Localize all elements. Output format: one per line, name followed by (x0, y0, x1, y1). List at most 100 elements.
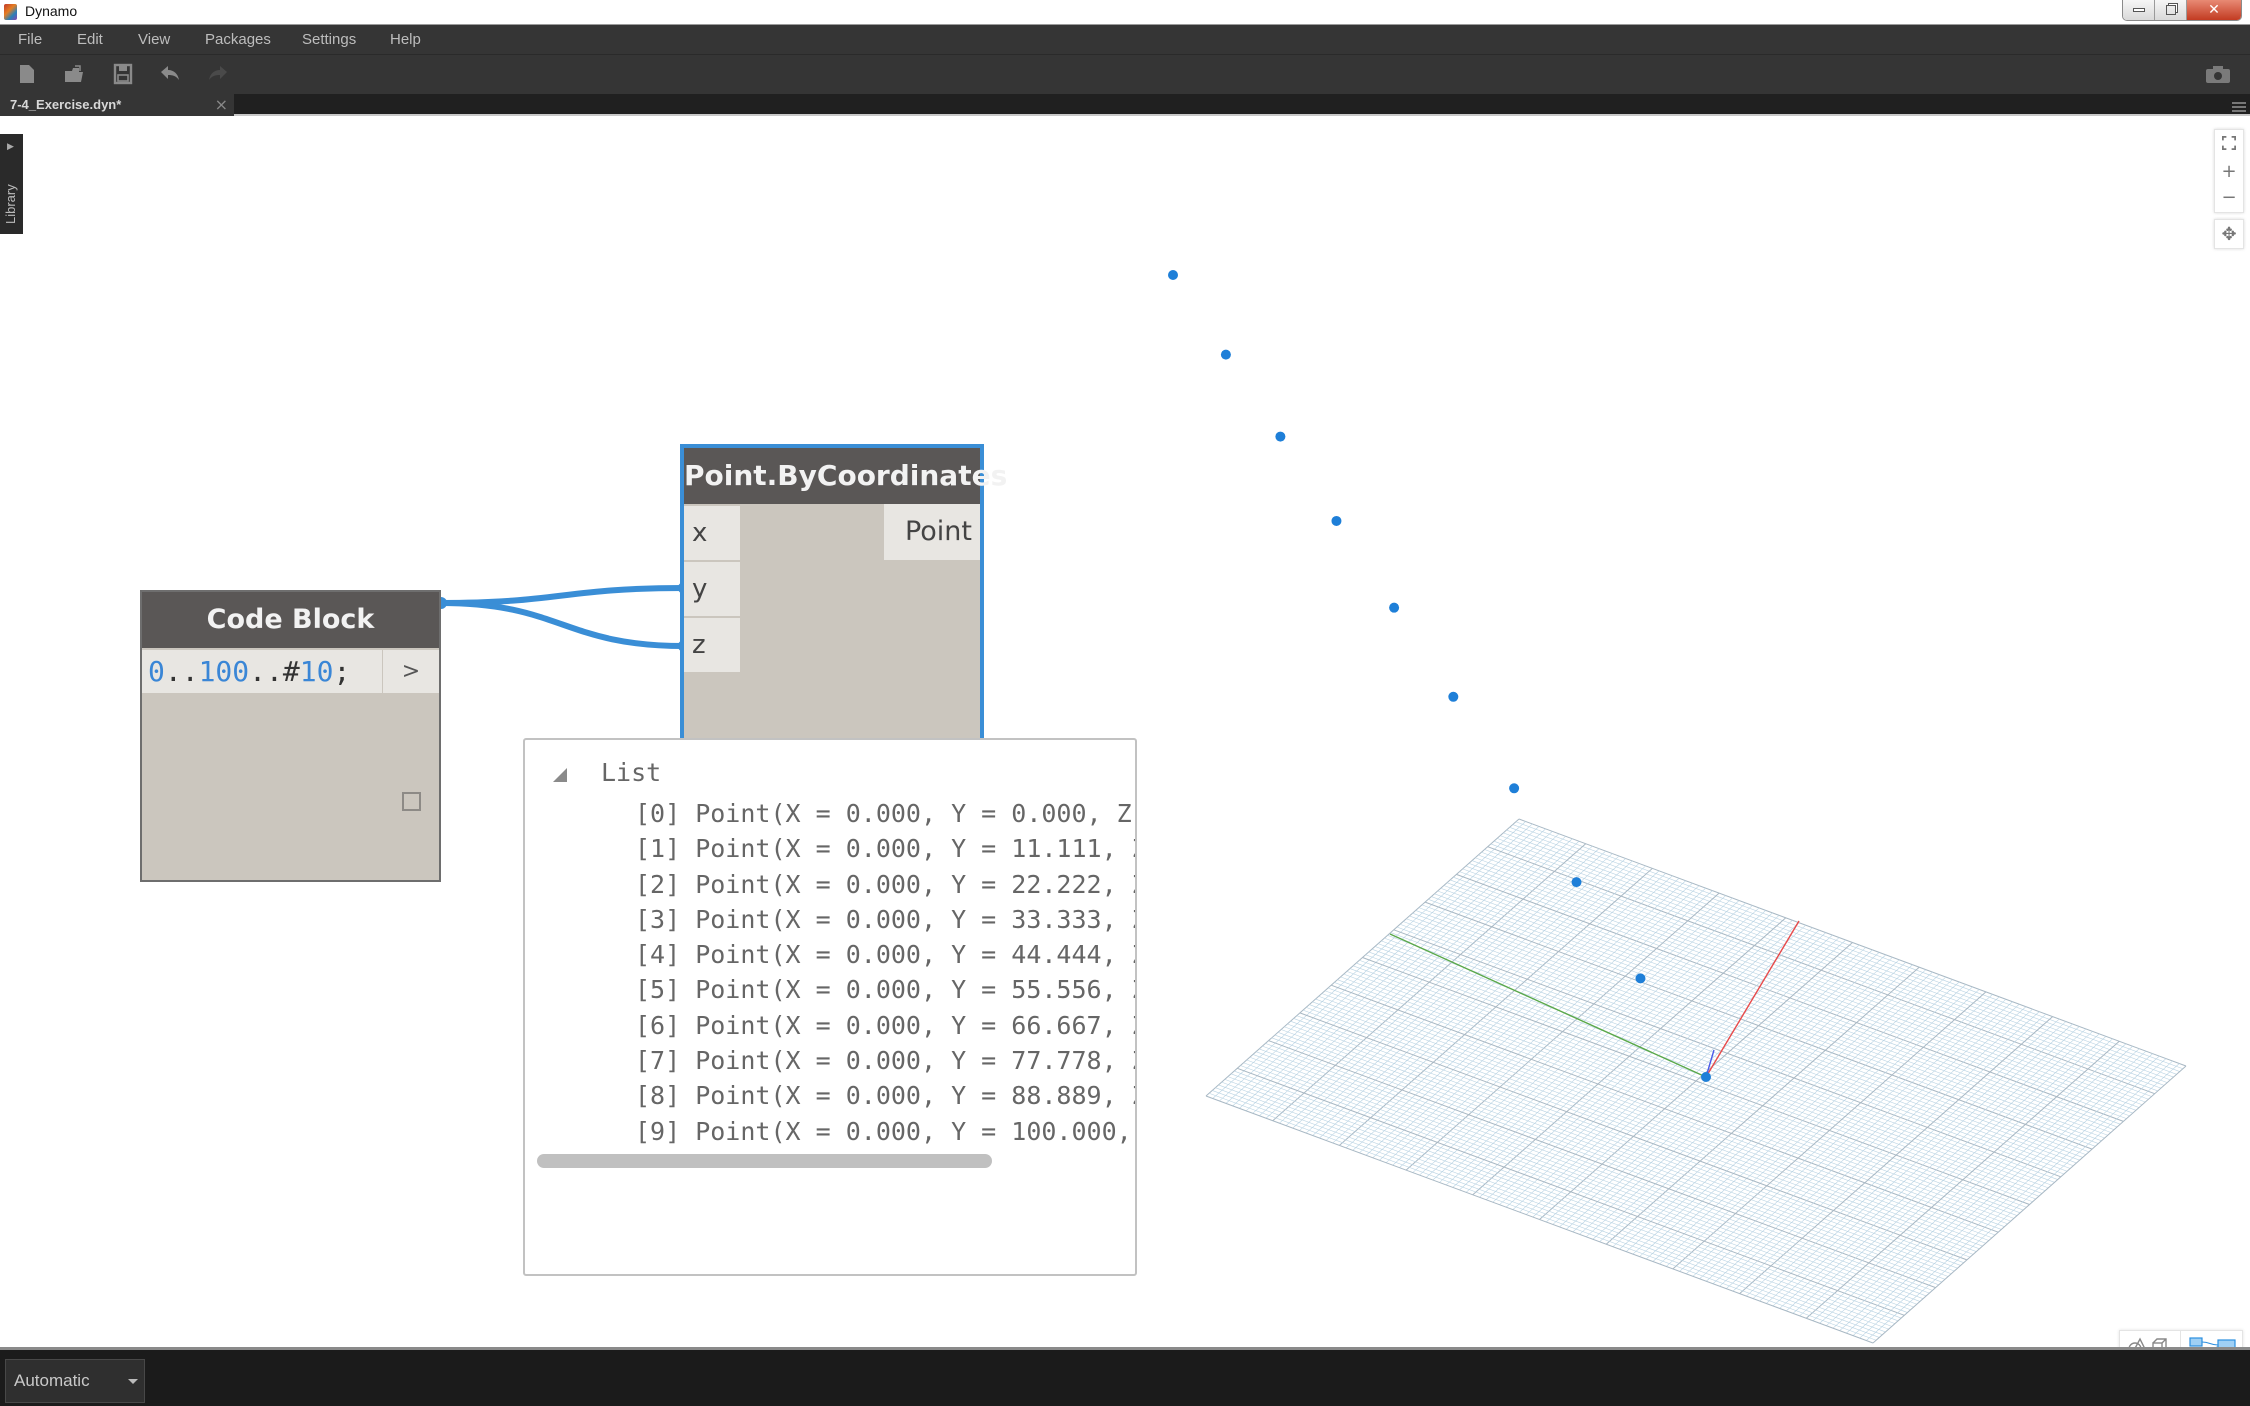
preview-list-item: [7] Point(X = 0.000, Y = 77.778, Z (635, 1046, 1137, 1076)
grid-line (1852, 1058, 2167, 1336)
run-mode-value: Automatic (14, 1371, 90, 1390)
divider (2180, 1331, 2181, 1347)
code-token: ..# (249, 655, 300, 688)
minimize-icon (2132, 8, 2145, 12)
code-token: 10 (299, 655, 334, 688)
node-preview-bubble[interactable]: List [0] Point(X = 0.000, Y = 0.000, Z [1… (523, 738, 1137, 1276)
grid-line (1799, 1038, 2113, 1317)
restore-button[interactable] (2155, 0, 2187, 20)
preview-list-item: [4] Point(X = 0.000, Y = 44.444, Z (635, 940, 1137, 970)
wire-to-z (440, 600, 685, 649)
node-title[interactable]: Point.ByCoordinates (684, 448, 1007, 504)
preview-list-item: [3] Point(X = 0.000, Y = 33.333, Z (635, 904, 1137, 934)
redo-icon (209, 66, 227, 80)
grid-line (1839, 1053, 2153, 1331)
minimize-button[interactable] (2123, 0, 2155, 20)
code-token: ; (333, 655, 351, 688)
redo-button[interactable] (206, 63, 230, 85)
menu-edit[interactable]: Edit (77, 31, 103, 48)
fit-view-icon (2222, 136, 2236, 150)
open-file-icon (65, 65, 83, 82)
tab-close-icon[interactable]: × (215, 95, 228, 114)
grid-line (1812, 1043, 2127, 1321)
geometry-view-button[interactable] (2126, 1335, 2172, 1347)
graph-view-icon (2189, 1337, 2236, 1347)
point-1 (1635, 973, 1646, 984)
undo-icon (161, 66, 179, 80)
grid-line (1859, 1060, 2173, 1339)
ground-grid (1205, 818, 2187, 1344)
output-port-point[interactable]: Point (884, 504, 980, 560)
input-port-x[interactable]: x (684, 506, 740, 560)
preview-list-title: List (601, 758, 662, 787)
grid-line (1792, 1036, 2107, 1314)
grid-line (1805, 1040, 2120, 1319)
grid-line (1779, 1031, 2093, 1309)
toolbar (0, 55, 2250, 94)
preview-list-item: [0] Point(X = 0.000, Y = 0.000, Z (635, 799, 1132, 828)
code-input[interactable]: 0..100..#10; (142, 650, 382, 693)
point-0 (1701, 1072, 1711, 1082)
tab-7-4-exercise[interactable]: 7-4_Exercise.dyn* × (0, 94, 234, 116)
tab-overflow-menu[interactable] (2232, 98, 2246, 112)
preview-list-item: [6] Point(X = 0.000, Y = 66.667, Z (635, 1010, 1137, 1040)
point-9 (1168, 270, 1178, 280)
code-block-node[interactable]: Code Block 0..100..#10; > (140, 590, 441, 882)
status-bar: Automatic (0, 1347, 2250, 1406)
point-4 (1448, 691, 1459, 702)
zoom-controls: + − (2214, 129, 2244, 213)
preview-list-items: [0] Point(X = 0.000, Y = 0.000, Z [1] Poi… (635, 796, 1137, 1149)
library-toggle[interactable]: ▶ Library (0, 134, 23, 234)
menu-bar: File Edit View Packages Settings Help (0, 25, 2250, 55)
grid-line (1866, 1063, 2180, 1341)
geometry-points (1168, 270, 1711, 1082)
expand-arrow-icon: ▶ (7, 142, 14, 152)
tab-bar: 7-4_Exercise.dyn* × (0, 94, 2250, 116)
preview-toggle-icon[interactable] (402, 792, 421, 811)
graph-view-button[interactable] (2188, 1335, 2238, 1347)
preview-list-item: [1] Point(X = 0.000, Y = 11.111, Z (635, 834, 1137, 864)
menu-view[interactable]: View (138, 31, 170, 48)
chevron-down-icon (128, 1379, 138, 1384)
collapse-triangle-icon[interactable] (553, 768, 567, 782)
view-mode-toggles (2119, 1330, 2243, 1347)
grid-line (1872, 1065, 2187, 1344)
preview-list-item: [9] Point(X = 0.000, Y = 100.000, (635, 1116, 1132, 1146)
point-8 (1220, 349, 1231, 360)
menu-file[interactable]: File (18, 31, 42, 48)
save-icon (113, 63, 133, 85)
menu-packages[interactable]: Packages (205, 31, 271, 48)
preview-list-item: [5] Point(X = 0.000, Y = 55.556, Z (635, 975, 1137, 1005)
input-port-z[interactable]: z (684, 618, 740, 672)
output-port[interactable]: > (383, 650, 439, 693)
new-file-button[interactable] (15, 63, 39, 85)
wires (435, 582, 690, 652)
pan-button[interactable]: ✥ (2214, 219, 2244, 249)
open-file-button[interactable] (62, 63, 86, 85)
zoom-out-button[interactable]: − (2215, 184, 2243, 210)
code-token: 100 (198, 655, 250, 688)
geometry-view-icon (2128, 1337, 2167, 1347)
tab-label: 7-4_Exercise.dyn* (10, 97, 122, 112)
menu-help[interactable]: Help (390, 31, 421, 48)
grid-line (1832, 1050, 2147, 1329)
horizontal-scrollbar[interactable] (537, 1154, 992, 1168)
run-mode-dropdown[interactable]: Automatic (5, 1359, 145, 1403)
plus-icon: + (2221, 160, 2237, 182)
workspace-canvas[interactable]: ▶ Library + − ✥ Code Block 0..100..#10; … (0, 116, 2250, 1347)
preview-list-item: [2] Point(X = 0.000, Y = 22.222, Z (635, 869, 1137, 899)
node-title[interactable]: Code Block (142, 592, 439, 648)
close-button[interactable]: ✕ (2187, 0, 2241, 20)
grid-line (1786, 1033, 2100, 1312)
dynamo-logo-icon (4, 4, 17, 20)
undo-button[interactable] (158, 63, 182, 85)
grid-line (1846, 1055, 2160, 1334)
screenshot-button[interactable] (2204, 63, 2232, 85)
grid-line (1772, 1028, 2087, 1307)
input-port-y[interactable]: y (684, 562, 740, 616)
menu-settings[interactable]: Settings (302, 31, 356, 48)
save-button[interactable] (111, 63, 135, 85)
point-6 (1331, 515, 1342, 526)
zoom-to-fit-button[interactable] (2215, 130, 2243, 156)
zoom-in-button[interactable]: + (2215, 158, 2243, 184)
